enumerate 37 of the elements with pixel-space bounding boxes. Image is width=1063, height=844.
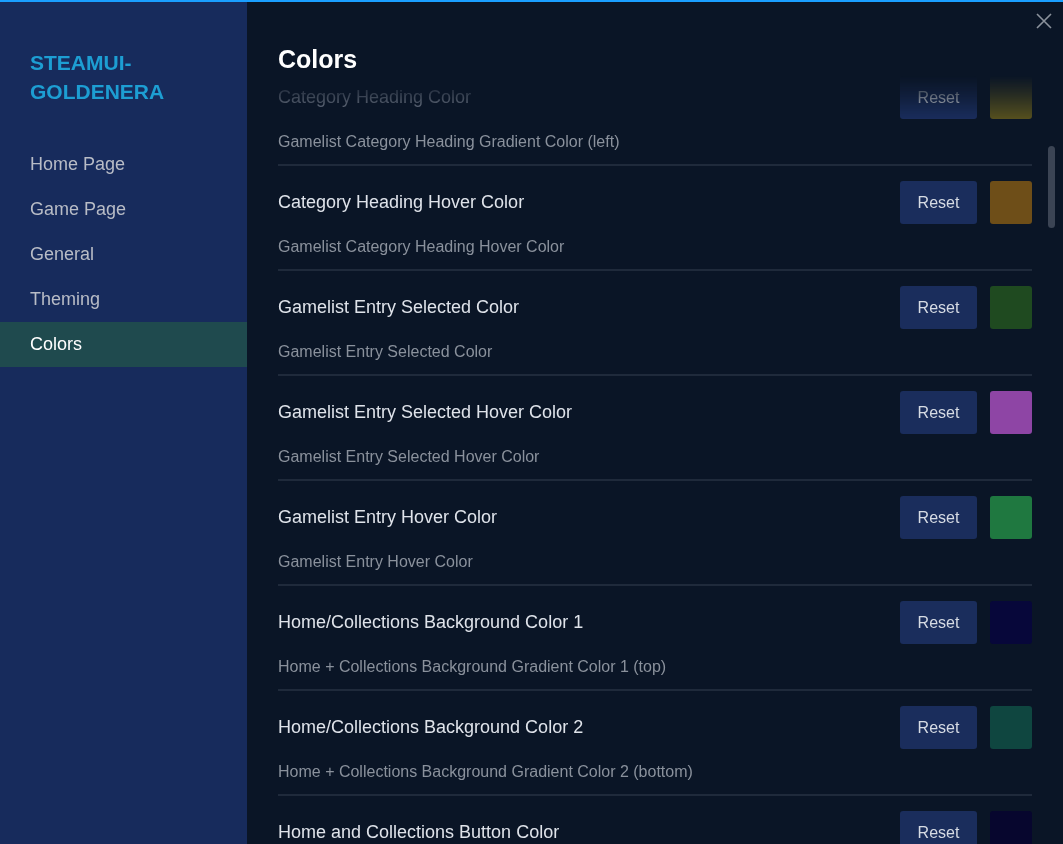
page-title: Colors [278,44,358,75]
nav-item[interactable]: Game Page [0,187,247,232]
plugin-title: STEAMUI-GOLDENERA [29,50,166,105]
reset-button[interactable]: Reset [900,391,977,434]
setting-description: Gamelist Entry Hover Color [278,552,474,572]
reset-button[interactable]: Reset [900,811,977,844]
setting-label: Category Heading Color [278,87,473,108]
setting-label: Gamelist Entry Selected Hover Color [278,402,574,423]
setting-description: Gamelist Category Heading Hover Color [278,237,566,257]
color-swatch[interactable] [990,706,1032,749]
nav-item[interactable]: Home Page [0,142,247,187]
setting-description: Home + Collections Background Gradient Color 2 (bottom) [278,762,694,782]
color-swatch[interactable] [990,76,1032,119]
setting-label: Gamelist Entry Selected Color [278,297,521,318]
reset-button[interactable]: Reset [900,496,977,539]
color-swatch[interactable] [990,286,1032,329]
color-swatch[interactable] [990,391,1032,434]
color-swatch[interactable] [990,181,1032,224]
scrollbar-thumb[interactable] [1048,146,1055,228]
setting-description: Gamelist Entry Selected Hover Color [278,447,541,467]
setting-label: Gamelist Entry Hover Color [278,507,499,528]
nav-item[interactable]: Theming [0,277,247,322]
setting-label: Category Heading Hover Color [278,192,526,213]
setting-description: Home + Collections Background Gradient Color 1 (top) [278,657,668,677]
setting-label: Home/Collections Background Color 1 [278,612,585,633]
setting-description: Gamelist Category Heading Gradient Color (left) [278,132,621,152]
setting-label: Home/Collections Background Color 2 [278,717,585,738]
nav-item[interactable]: General [0,232,247,277]
reset-button[interactable]: Reset [900,286,977,329]
setting-description: Gamelist Entry Selected Color [278,342,494,362]
setting-label: Home and Collections Button Color [278,822,561,843]
reset-button[interactable]: Reset [900,181,977,224]
reset-button[interactable]: Reset [900,601,977,644]
close-icon[interactable] [1035,12,1053,30]
reset-button[interactable]: Reset [900,706,977,749]
nav-item[interactable]: Colors [0,322,247,367]
color-swatch[interactable] [990,496,1032,539]
